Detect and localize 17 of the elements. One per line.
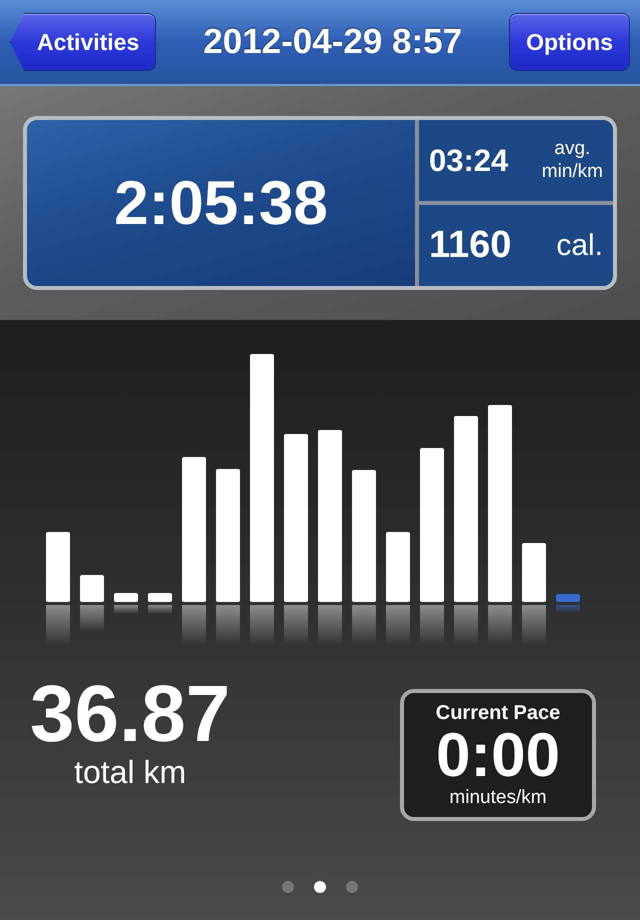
duration-value: 2:05:38 xyxy=(114,168,328,238)
options-button[interactable]: Options xyxy=(509,13,630,71)
page-dot[interactable] xyxy=(346,881,358,893)
distance-value: 36.87 xyxy=(30,674,230,754)
current-pace-value: 0:00 xyxy=(436,724,560,786)
page-dot[interactable] xyxy=(282,881,294,893)
distance-unit: total km xyxy=(74,754,186,791)
current-pace-label: Current Pace xyxy=(436,702,560,724)
pace-unit-bottom: min/km xyxy=(542,160,603,184)
pace-value: 03:24 xyxy=(429,142,508,178)
calories-unit: cal. xyxy=(556,228,603,262)
current-pace-unit: minutes/km xyxy=(449,786,547,808)
nav-title: 2012-04-29 8:57 xyxy=(203,22,462,62)
pace-unit-top: avg. xyxy=(554,138,590,160)
back-button[interactable]: Activities xyxy=(10,13,156,71)
page-dot[interactable] xyxy=(314,881,326,893)
calories-value: 1160 xyxy=(429,224,512,267)
